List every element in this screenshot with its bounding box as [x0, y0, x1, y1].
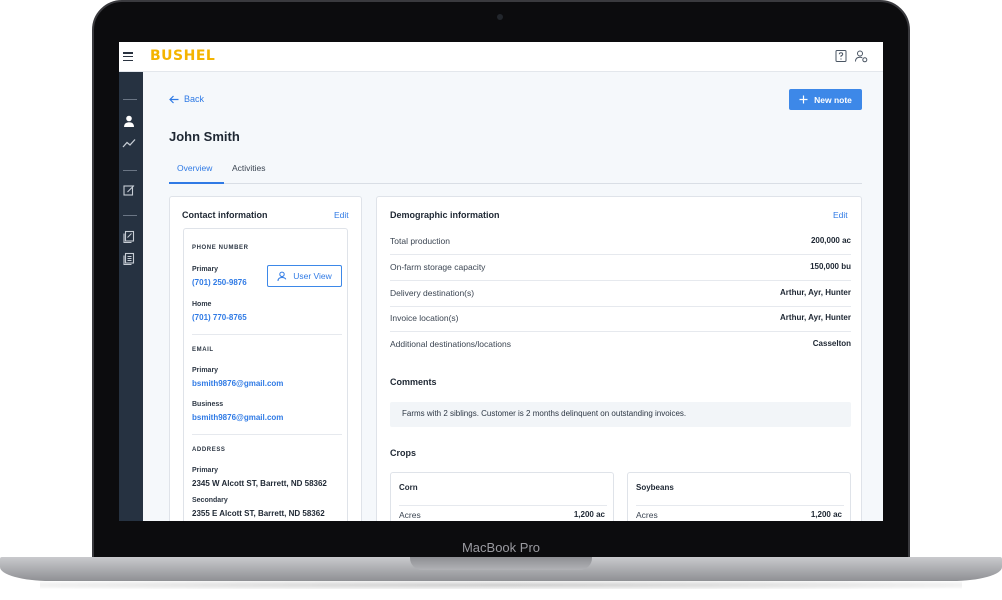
contact-card-title: Contact information [182, 210, 268, 220]
laptop-notch [410, 557, 592, 570]
row-label: Total production [390, 236, 451, 246]
row-label: Invoice location(s) [390, 313, 459, 323]
trend-chart-icon[interactable] [122, 136, 136, 150]
contact-card: Contact information Edit PHONE NUMBER Pr… [169, 196, 362, 521]
section-divider [192, 434, 342, 435]
address-heading: ADDRESS [192, 447, 226, 453]
tab-overview[interactable]: Overview [177, 163, 212, 173]
demographic-card-title: Demographic information [390, 210, 500, 220]
row-value: 200,000 ac [810, 236, 851, 245]
help-icon[interactable] [834, 49, 848, 63]
row-value: Arthur, Ayr, Hunter [780, 288, 851, 297]
device-label: MacBook Pro [461, 540, 541, 555]
demographic-row: On-farm storage capacity 150,000 bu [390, 255, 851, 281]
address-primary-label: Primary [192, 467, 219, 474]
plus-icon [799, 95, 808, 104]
app-screen: BUSHEL Back New note John Smith Overview… [119, 42, 883, 521]
crops-title: Crops [390, 448, 417, 458]
phone-home-label: Home [192, 301, 212, 308]
crop-name: Soybeans [636, 483, 674, 492]
user-view-label: User View [293, 271, 332, 281]
crop-divider [636, 505, 844, 506]
crop-row-value: 1,200 ac [573, 510, 605, 519]
sidebar-divider [123, 99, 137, 100]
phone-primary-label: Primary [192, 266, 219, 273]
crop-row-label: Acres [399, 510, 421, 520]
email-business-label: Business [192, 401, 224, 408]
user-settings-icon[interactable] [854, 49, 868, 63]
user-icon [277, 271, 287, 281]
sidebar-divider [123, 170, 137, 171]
arrow-left-icon [169, 95, 179, 103]
user-view-button[interactable]: User View [267, 265, 342, 287]
row-value: Arthur, Ayr, Hunter [780, 313, 851, 322]
crop-row-label: Acres [636, 510, 658, 520]
crop-card-soybeans: Soybeans Acres 1,200 ac [627, 472, 851, 521]
crop-name: Corn [399, 483, 418, 492]
tab-bar: Overview Activities [169, 152, 862, 184]
email-heading: EMAIL [192, 347, 214, 353]
contact-name: John Smith [169, 129, 240, 144]
tab-activities[interactable]: Activities [232, 163, 266, 173]
crop-divider [399, 505, 607, 506]
demographic-edit-link[interactable]: Edit [833, 210, 848, 220]
camera [497, 14, 503, 20]
email-primary[interactable]: bsmith9876@gmail.com [192, 379, 283, 388]
email-business[interactable]: bsmith9876@gmail.com [192, 413, 283, 422]
comment-text: Farms with 2 siblings. Customer is 2 mon… [390, 402, 851, 427]
phone-heading: PHONE NUMBER [192, 245, 249, 251]
email-primary-label: Primary [192, 367, 219, 374]
sidebar [119, 72, 143, 521]
active-tab-indicator [169, 182, 224, 184]
row-value: 150,000 bu [810, 262, 851, 271]
demographic-row: Delivery destination(s) Arthur, Ayr, Hun… [390, 281, 851, 307]
section-divider [192, 334, 342, 335]
edit-note-icon[interactable] [122, 183, 136, 197]
new-note-button[interactable]: New note [789, 89, 862, 110]
row-label: Delivery destination(s) [390, 288, 475, 298]
address-primary: 2345 W Alcott ST, Barrett, ND 58362 [192, 479, 327, 488]
bushel-logo[interactable]: BUSHEL [150, 48, 215, 64]
crop-row-value: 1,200 ac [810, 510, 842, 519]
contracts-icon[interactable] [122, 230, 136, 244]
crop-card-corn: Corn Acres 1,200 ac [390, 472, 614, 521]
new-note-label: New note [814, 94, 852, 105]
row-label: On-farm storage capacity [390, 262, 486, 272]
hamburger-icon[interactable] [123, 52, 133, 62]
sidebar-divider [123, 215, 137, 216]
row-label: Additional destinations/locations [390, 339, 511, 349]
main-content: Back New note John Smith Overview Activi… [143, 72, 883, 521]
demographic-row: Invoice location(s) Arthur, Ayr, Hunter [390, 306, 851, 332]
documents-icon[interactable] [122, 252, 136, 266]
address-secondary: 2355 E Alcott ST, Barrett, ND 58362 [192, 509, 325, 518]
contact-details: PHONE NUMBER Primary (701) 250-9876 User… [183, 228, 348, 521]
top-bar: BUSHEL [119, 42, 883, 72]
phone-home[interactable]: (701) 770-8765 [192, 313, 247, 322]
user-icon[interactable] [122, 114, 136, 128]
row-value: Casselton [812, 339, 851, 348]
phone-primary[interactable]: (701) 250-9876 [192, 278, 247, 287]
laptop-shadow [40, 581, 962, 589]
back-label: Back [184, 94, 205, 104]
address-secondary-label: Secondary [192, 497, 228, 504]
contact-edit-link[interactable]: Edit [334, 210, 349, 220]
demographic-card: Demographic information Edit Total produ… [376, 196, 862, 521]
demographic-row: Additional destinations/locations Cassel… [390, 332, 851, 358]
demographic-row: Total production 200,000 ac [390, 229, 851, 255]
back-link[interactable]: Back [169, 94, 204, 104]
comments-title: Comments [390, 377, 437, 387]
